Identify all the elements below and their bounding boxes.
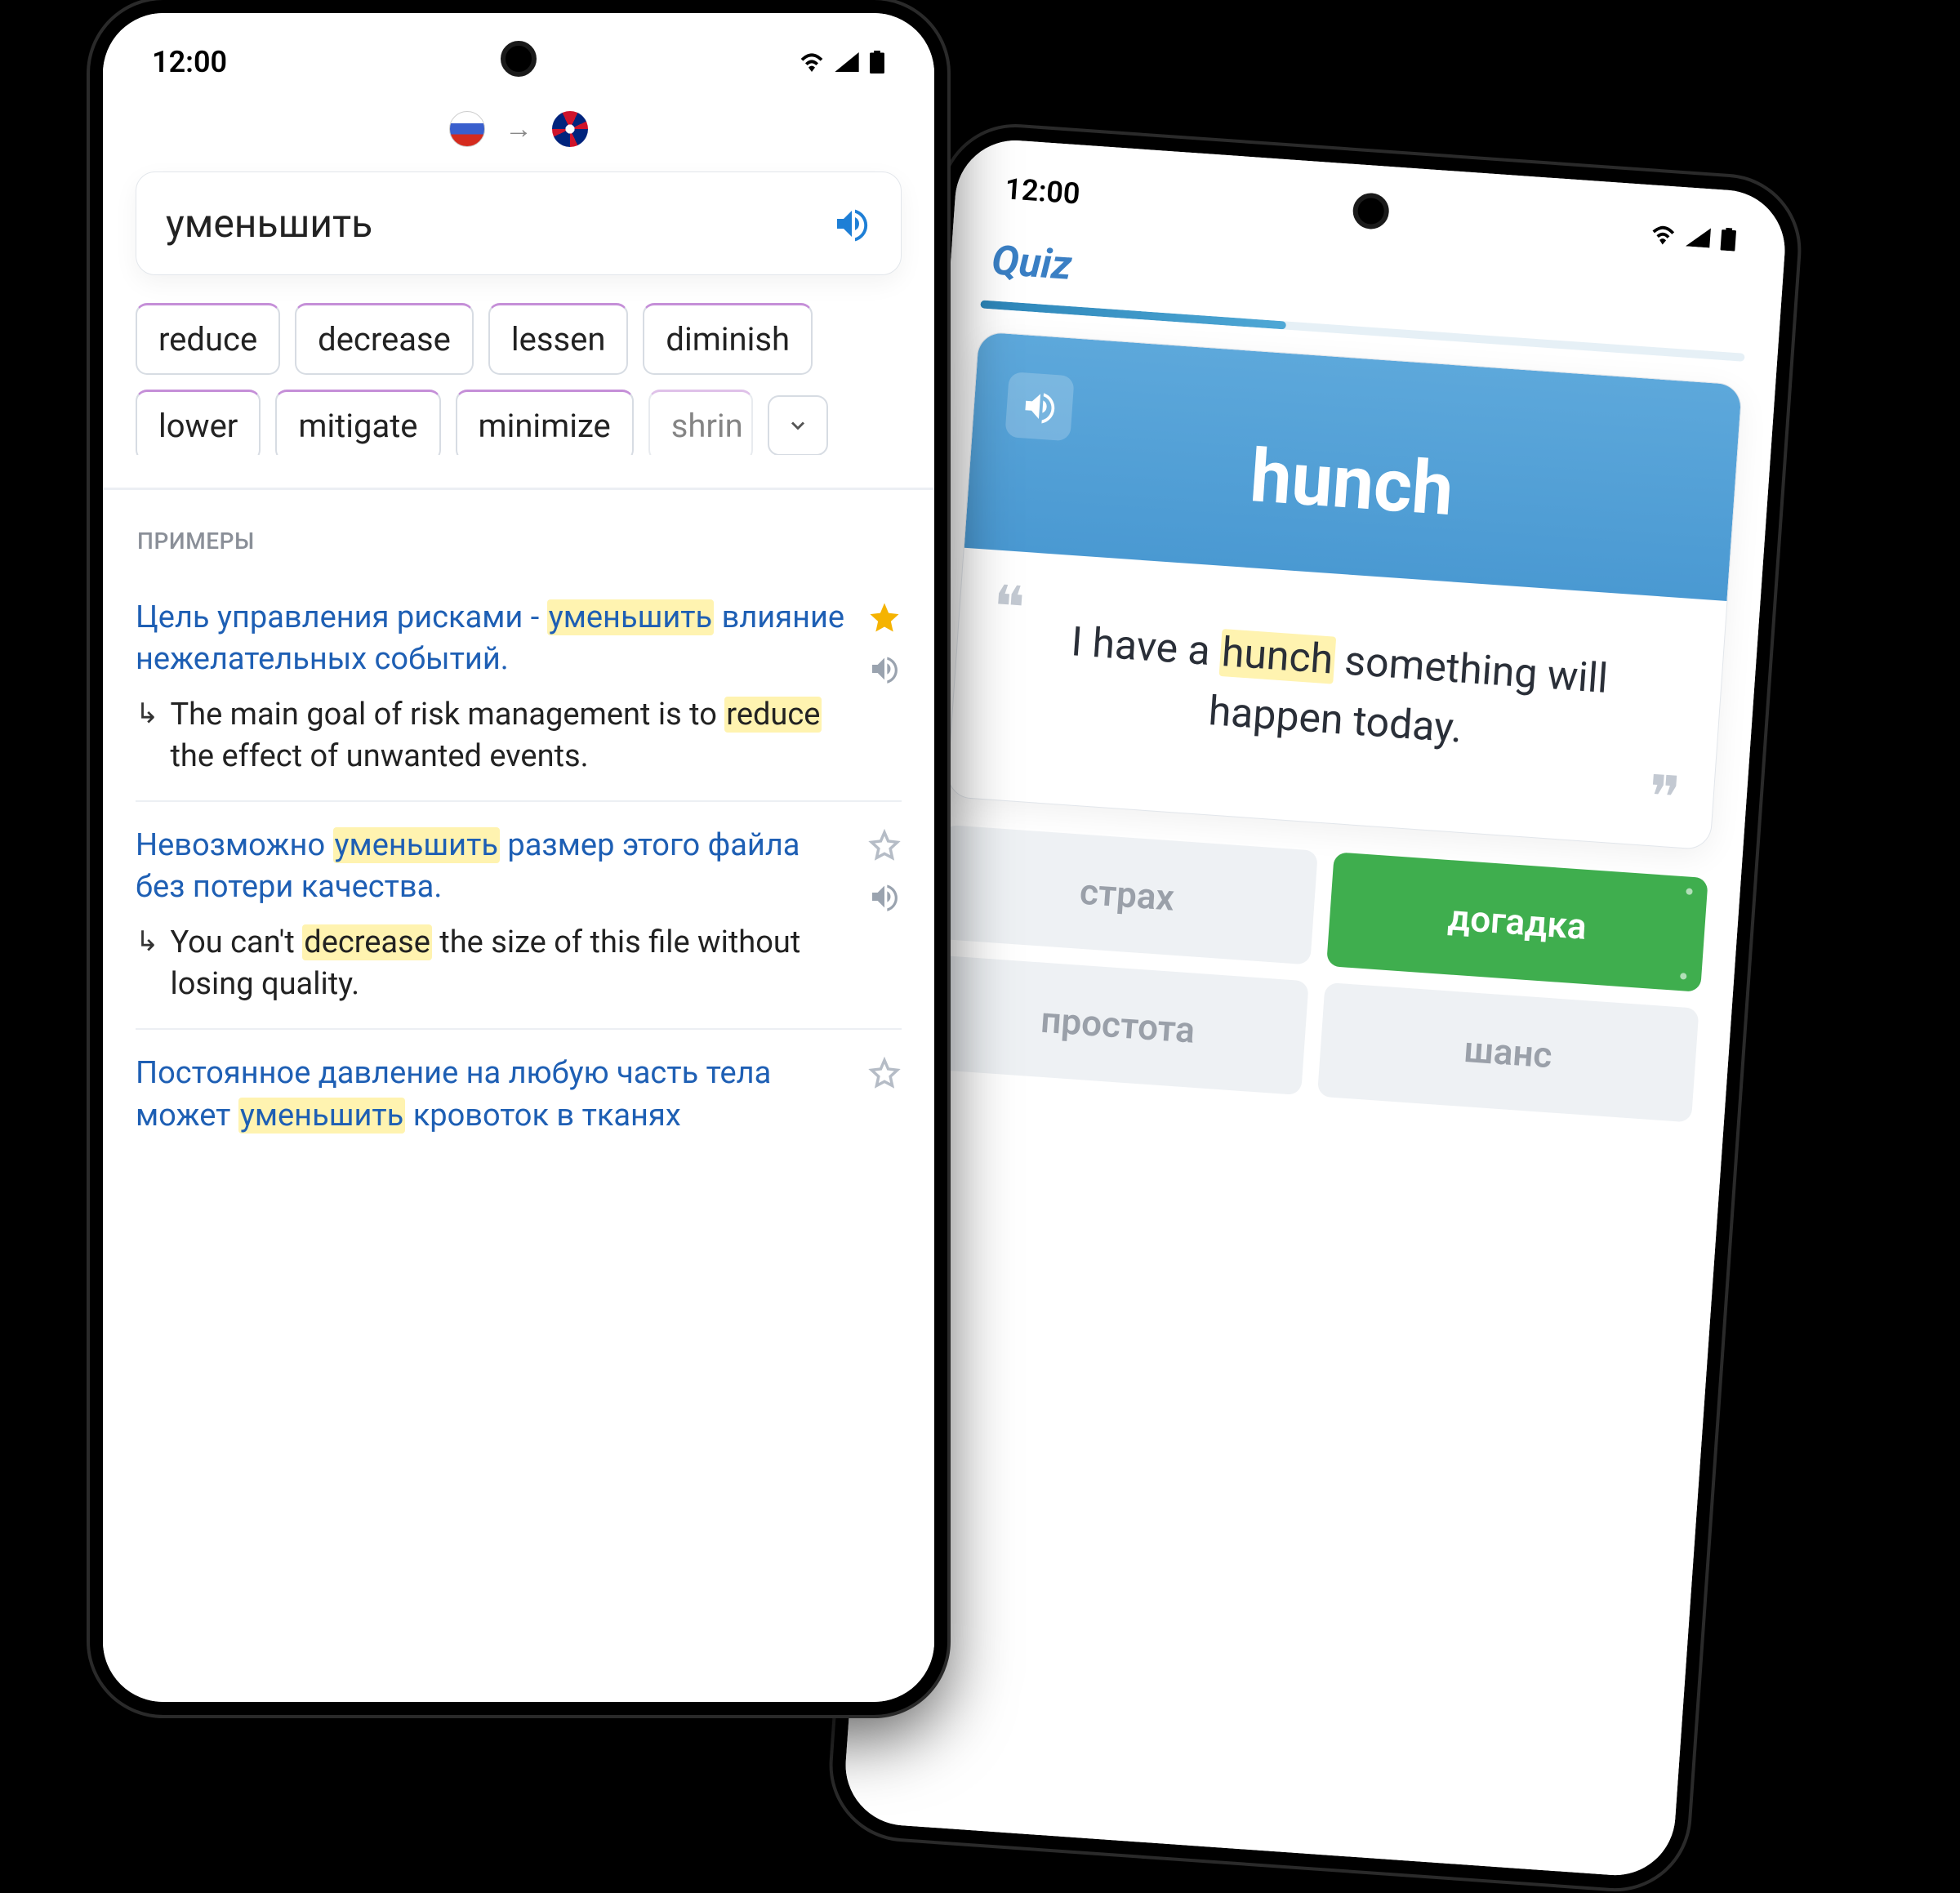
example-en: You can't decrease the size of this file… [171, 922, 849, 1006]
phone-dictionary: 12:00 → уменьшить reduce decrease lessen [90, 0, 947, 1715]
chip[interactable]: diminish [643, 303, 813, 375]
star-empty-icon[interactable] [867, 828, 902, 862]
translation-arrow-icon: ↳ [136, 697, 159, 778]
star-empty-icon[interactable] [867, 1056, 902, 1090]
quiz-title: Quiz [990, 237, 1073, 290]
quiz-options: страх догадка простота шанс [927, 825, 1708, 1123]
quiz-option[interactable]: страх [936, 825, 1318, 965]
example-ru: Цель управления рисками - уменьшить влия… [136, 597, 848, 681]
flag-ru-icon [449, 111, 485, 147]
quiz-sentence: ❝ I have a hunch something will happen t… [947, 548, 1726, 850]
search-word: уменьшить [166, 200, 372, 247]
expand-chips-button[interactable] [768, 395, 828, 455]
signal-icon [835, 52, 859, 72]
language-direction[interactable]: → [136, 111, 902, 147]
chip-partial[interactable]: shrin [648, 390, 753, 455]
speaker-icon[interactable] [868, 653, 901, 685]
section-divider [103, 488, 934, 490]
example-item: Цель управления рисками - уменьшить влия… [136, 574, 902, 802]
chevron-down-icon [786, 414, 809, 437]
example-ru: Постоянное давление на любую часть тела … [136, 1053, 848, 1137]
example-item: Невозможно уменьшить размер этого файла … [136, 802, 902, 1030]
quiz-word: hunch [1000, 416, 1704, 550]
chip[interactable]: lessen [488, 303, 629, 375]
status-time: 12:00 [152, 45, 227, 79]
translation-arrow-icon: ↳ [136, 925, 159, 1006]
battery-icon [1719, 227, 1737, 251]
battery-icon [869, 51, 885, 73]
speaker-icon[interactable] [832, 204, 871, 243]
quote-close-icon: ❞ [1648, 786, 1682, 811]
flag-uk-icon [552, 111, 588, 147]
chip[interactable]: mitigate [275, 390, 440, 455]
arrow-right-icon: → [505, 113, 532, 145]
chip[interactable]: minimize [456, 390, 634, 455]
star-filled-icon[interactable] [867, 600, 902, 635]
search-word-card[interactable]: уменьшить [136, 171, 902, 275]
quiz-option-correct[interactable]: догадка [1326, 852, 1708, 992]
status-time: 12:00 [1004, 171, 1081, 211]
status-icons [799, 51, 885, 73]
example-ru: Невозможно уменьшить размер этого файла … [136, 825, 848, 909]
quiz-option[interactable]: шанс [1317, 982, 1699, 1123]
chip[interactable]: decrease [295, 303, 474, 375]
speaker-icon[interactable] [868, 880, 901, 913]
phone-quiz: 12:00 Quiz hunch ❝ I [828, 122, 1803, 1893]
camera-hole [501, 41, 537, 77]
examples-heading: ПРИМЕРЫ [137, 528, 902, 555]
example-item: Постоянное давление на любую часть тела … [136, 1030, 902, 1160]
wifi-icon [799, 52, 825, 72]
chip[interactable]: reduce [136, 303, 280, 375]
wifi-icon [1650, 224, 1677, 245]
example-en: The main goal of risk management is to r… [171, 694, 849, 778]
quiz-option[interactable]: простота [927, 955, 1309, 1095]
speaker-icon [1019, 386, 1059, 426]
translation-chips: reduce decrease lessen diminish lower mi… [136, 303, 902, 455]
chip[interactable]: lower [136, 390, 261, 455]
quote-open-icon: ❝ [992, 595, 1026, 621]
status-icons [1650, 222, 1738, 251]
signal-icon [1686, 226, 1712, 247]
quiz-card: hunch ❝ I have a hunch something will ha… [946, 331, 1743, 850]
